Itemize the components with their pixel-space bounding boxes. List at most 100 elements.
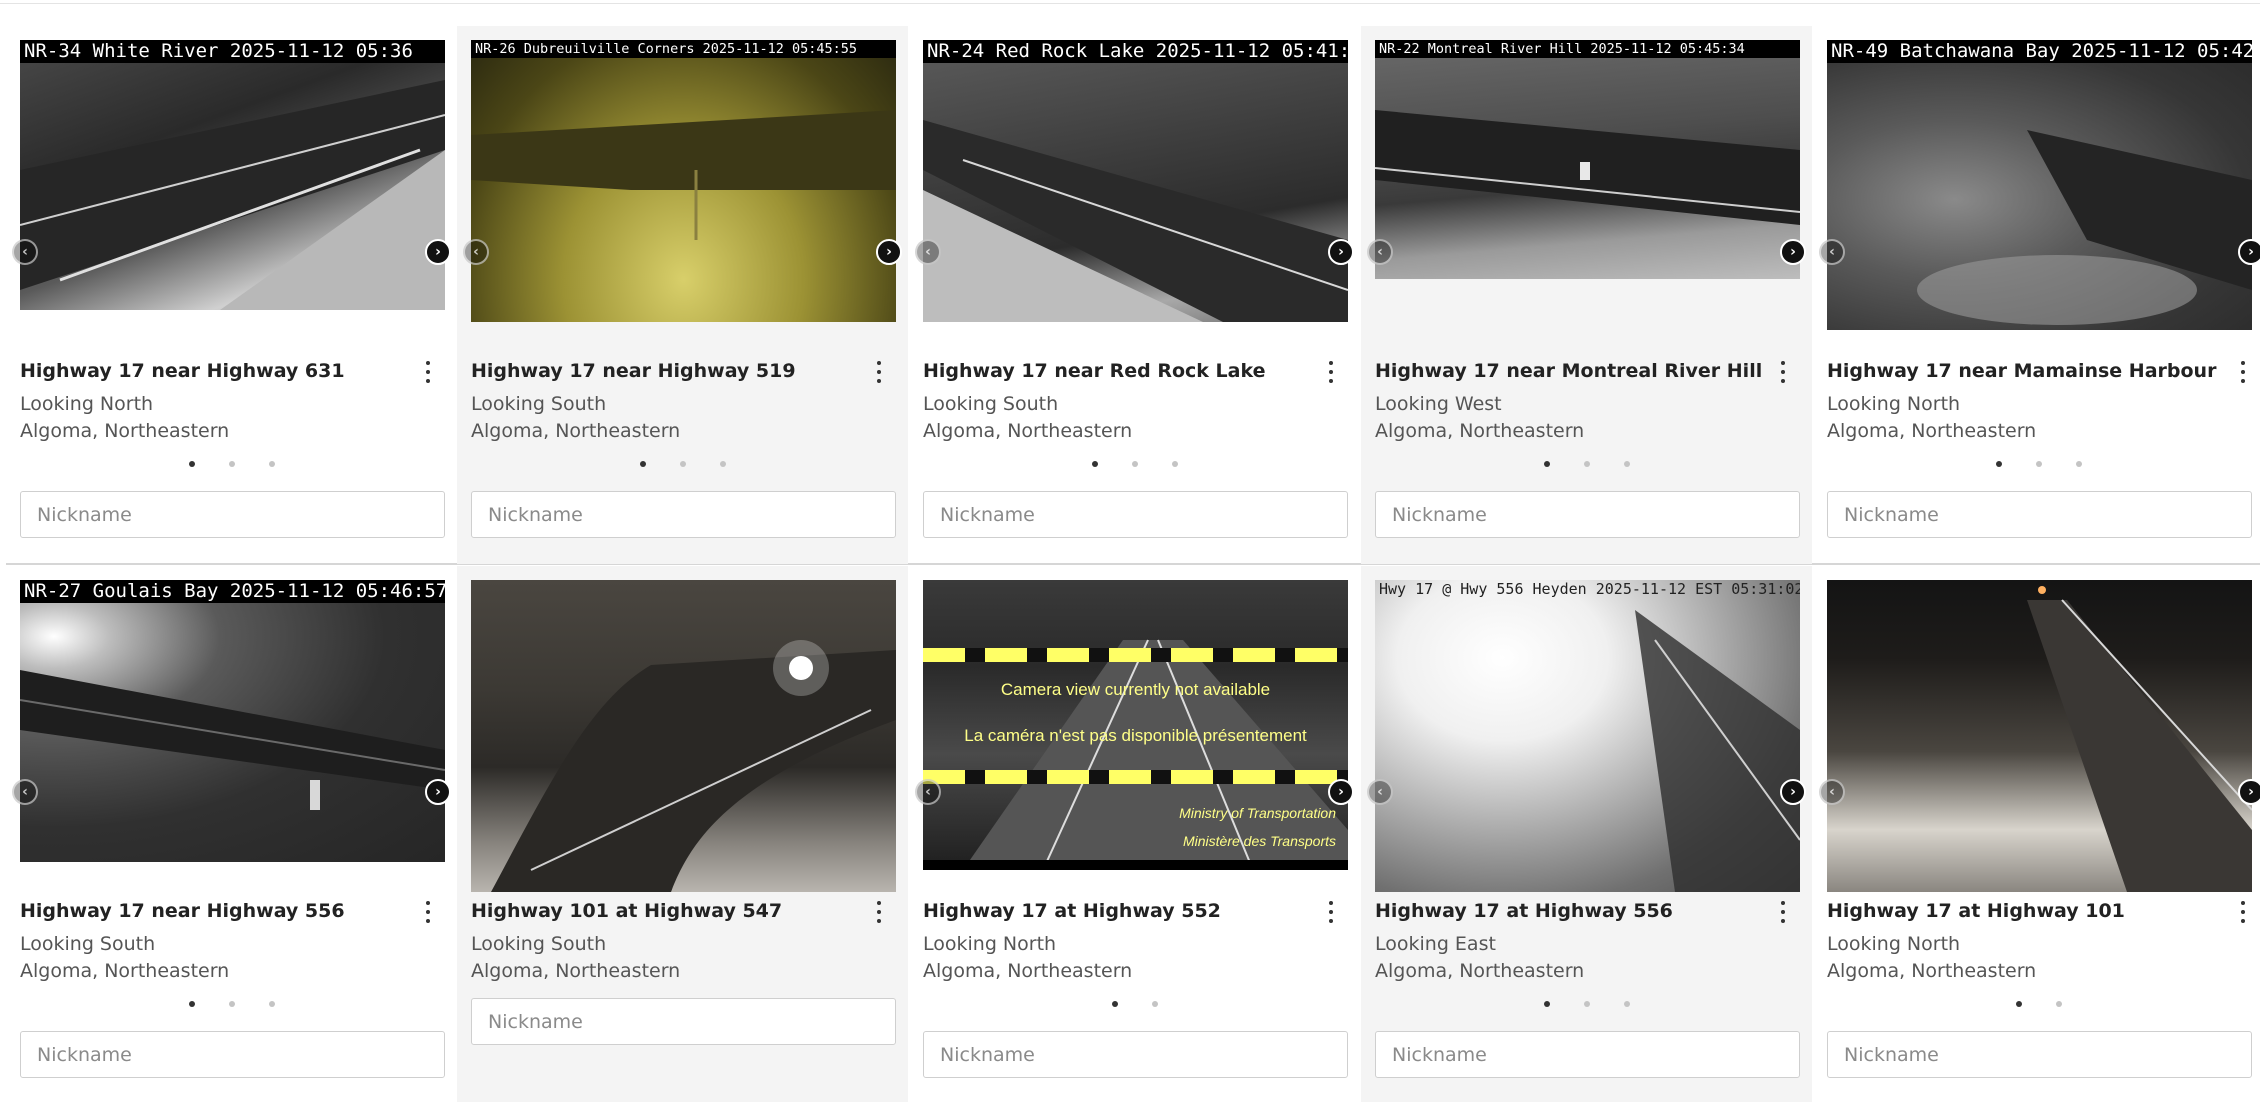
carousel-dot[interactable] — [268, 461, 275, 467]
more-options-icon[interactable] — [1326, 361, 1336, 383]
carousel-indicators — [909, 1001, 1360, 1007]
next-image-button[interactable]: › — [425, 779, 451, 805]
more-options-icon[interactable] — [1778, 361, 1788, 383]
prev-image-button[interactable]: ‹ — [1819, 239, 1845, 265]
carousel-dot[interactable] — [2075, 461, 2082, 467]
carousel-dot[interactable] — [188, 461, 195, 467]
camera-title[interactable]: Highway 17 near Red Rock Lake — [923, 360, 1265, 382]
camera-unavailable-image[interactable]: Camera view currently not available La c… — [923, 580, 1348, 870]
carousel-dot[interactable] — [1111, 1001, 1118, 1007]
carousel-dot[interactable] — [1623, 1001, 1630, 1007]
nickname-input[interactable] — [471, 998, 896, 1045]
prev-image-button[interactable]: ‹ — [915, 779, 941, 805]
carousel-dot[interactable] — [1583, 461, 1590, 467]
camera-image[interactable] — [471, 580, 896, 892]
more-options-icon[interactable] — [423, 901, 433, 923]
camera-title[interactable]: Highway 17 at Highway 552 — [923, 900, 1221, 922]
road-scene — [923, 639, 1348, 870]
next-image-button[interactable]: › — [2238, 779, 2260, 805]
carousel-dot[interactable] — [188, 1001, 195, 1007]
camera-direction: Looking South — [471, 393, 607, 415]
next-image-button[interactable]: › — [1780, 239, 1806, 265]
carousel-dot[interactable] — [2035, 461, 2042, 467]
road-scene — [1375, 110, 1800, 225]
more-options-icon[interactable] — [874, 361, 884, 383]
prev-image-button[interactable]: ‹ — [463, 239, 489, 265]
camera-image[interactable] — [1827, 580, 2252, 892]
top-border — [0, 3, 2260, 4]
camera-card: NR-27 Goulais Bay 2025-11-12 05:46:57 ‹ … — [6, 566, 457, 1102]
nickname-input[interactable] — [923, 491, 1348, 538]
more-options-icon[interactable] — [2238, 901, 2248, 923]
camera-direction: Looking South — [20, 933, 156, 955]
prev-image-button[interactable]: ‹ — [1819, 779, 1845, 805]
carousel-dot[interactable] — [2055, 1001, 2062, 1007]
chevron-right-icon: › — [435, 244, 441, 260]
nickname-input[interactable] — [20, 1031, 445, 1078]
road-scene — [1917, 130, 2252, 325]
camera-timestamp-overlay: Hwy 17 @ Hwy 556 Heyden 2025-11-12 EST 0… — [1379, 580, 1800, 598]
road-scene — [471, 110, 896, 240]
next-image-button[interactable]: › — [1780, 779, 1806, 805]
camera-title[interactable]: Highway 17 near Highway 519 — [471, 360, 796, 382]
carousel-dot[interactable] — [1543, 461, 1550, 467]
carousel-dot[interactable] — [679, 461, 686, 467]
more-options-icon[interactable] — [874, 901, 884, 923]
camera-title[interactable]: Highway 101 at Highway 547 — [471, 900, 782, 922]
next-image-button[interactable]: › — [1328, 239, 1354, 265]
carousel-dot[interactable] — [1995, 461, 2002, 467]
carousel-dot[interactable] — [1151, 1001, 1158, 1007]
carousel-dot[interactable] — [228, 461, 235, 467]
nickname-input[interactable] — [1827, 1031, 2252, 1078]
next-image-button[interactable]: › — [2238, 239, 2260, 265]
more-options-icon[interactable] — [1778, 901, 1788, 923]
camera-title[interactable]: Highway 17 near Mamainse Harbour — [1827, 360, 2216, 382]
nickname-input[interactable] — [923, 1031, 1348, 1078]
camera-card: NR-34 White River 2025-11-12 05:36 ‹ › H… — [6, 26, 457, 564]
nickname-input[interactable] — [1375, 1031, 1800, 1078]
camera-title[interactable]: Highway 17 at Highway 101 — [1827, 900, 2125, 922]
camera-title[interactable]: Highway 17 near Highway 556 — [20, 900, 345, 922]
carousel-dot[interactable] — [1623, 461, 1630, 467]
prev-image-button[interactable]: ‹ — [1367, 779, 1393, 805]
prev-image-button[interactable]: ‹ — [12, 779, 38, 805]
prev-image-button[interactable]: ‹ — [12, 239, 38, 265]
carousel-dot[interactable] — [719, 461, 726, 467]
camera-timestamp-overlay: NR-34 White River 2025-11-12 05:36 — [20, 40, 445, 63]
carousel-dot[interactable] — [1543, 1001, 1550, 1007]
camera-card: Highway 101 at Highway 547 Looking South… — [457, 566, 908, 1102]
camera-title[interactable]: Highway 17 near Montreal River Hill — [1375, 360, 1762, 382]
nickname-input[interactable] — [1375, 491, 1800, 538]
camera-card: NR-24 Red Rock Lake 2025-11-12 05:41:49 … — [909, 26, 1360, 564]
carousel-dot[interactable] — [268, 1001, 275, 1007]
more-options-icon[interactable] — [2238, 361, 2248, 383]
camera-title[interactable]: Highway 17 at Highway 556 — [1375, 900, 1673, 922]
carousel-dot[interactable] — [639, 461, 646, 467]
carousel-dot[interactable] — [228, 1001, 235, 1007]
carousel-dot[interactable] — [1171, 461, 1178, 467]
camera-image[interactable]: NR-34 White River 2025-11-12 05:36 — [20, 40, 445, 310]
camera-image[interactable]: NR-22 Montreal River Hill 2025-11-12 05:… — [1375, 40, 1800, 279]
more-options-icon[interactable] — [423, 361, 433, 383]
camera-image[interactable]: Hwy 17 @ Hwy 556 Heyden 2025-11-12 EST 0… — [1375, 580, 1800, 892]
camera-image[interactable]: NR-26 Dubreuilville Corners 2025-11-12 0… — [471, 40, 896, 322]
next-image-button[interactable]: › — [876, 239, 902, 265]
camera-image[interactable]: NR-24 Red Rock Lake 2025-11-12 05:41:49 — [923, 40, 1348, 322]
more-options-icon[interactable] — [1326, 901, 1336, 923]
next-image-button[interactable]: › — [425, 239, 451, 265]
prev-image-button[interactable]: ‹ — [1367, 239, 1393, 265]
prev-image-button[interactable]: ‹ — [915, 239, 941, 265]
nickname-input[interactable] — [20, 491, 445, 538]
camera-image[interactable]: NR-27 Goulais Bay 2025-11-12 05:46:57 — [20, 580, 445, 862]
carousel-dot[interactable] — [2015, 1001, 2022, 1007]
carousel-dot[interactable] — [1131, 461, 1138, 467]
camera-title[interactable]: Highway 17 near Highway 631 — [20, 360, 345, 382]
camera-image[interactable]: NR-49 Batchawana Bay 2025-11-12 05:42:2 — [1827, 40, 2252, 330]
nickname-input[interactable] — [471, 491, 896, 538]
chevron-right-icon: › — [1338, 244, 1344, 260]
carousel-dot[interactable] — [1583, 1001, 1590, 1007]
nickname-input[interactable] — [1827, 491, 2252, 538]
next-image-button[interactable]: › — [1328, 779, 1354, 805]
carousel-dot[interactable] — [1091, 461, 1098, 467]
camera-direction: Looking North — [1827, 393, 1961, 415]
